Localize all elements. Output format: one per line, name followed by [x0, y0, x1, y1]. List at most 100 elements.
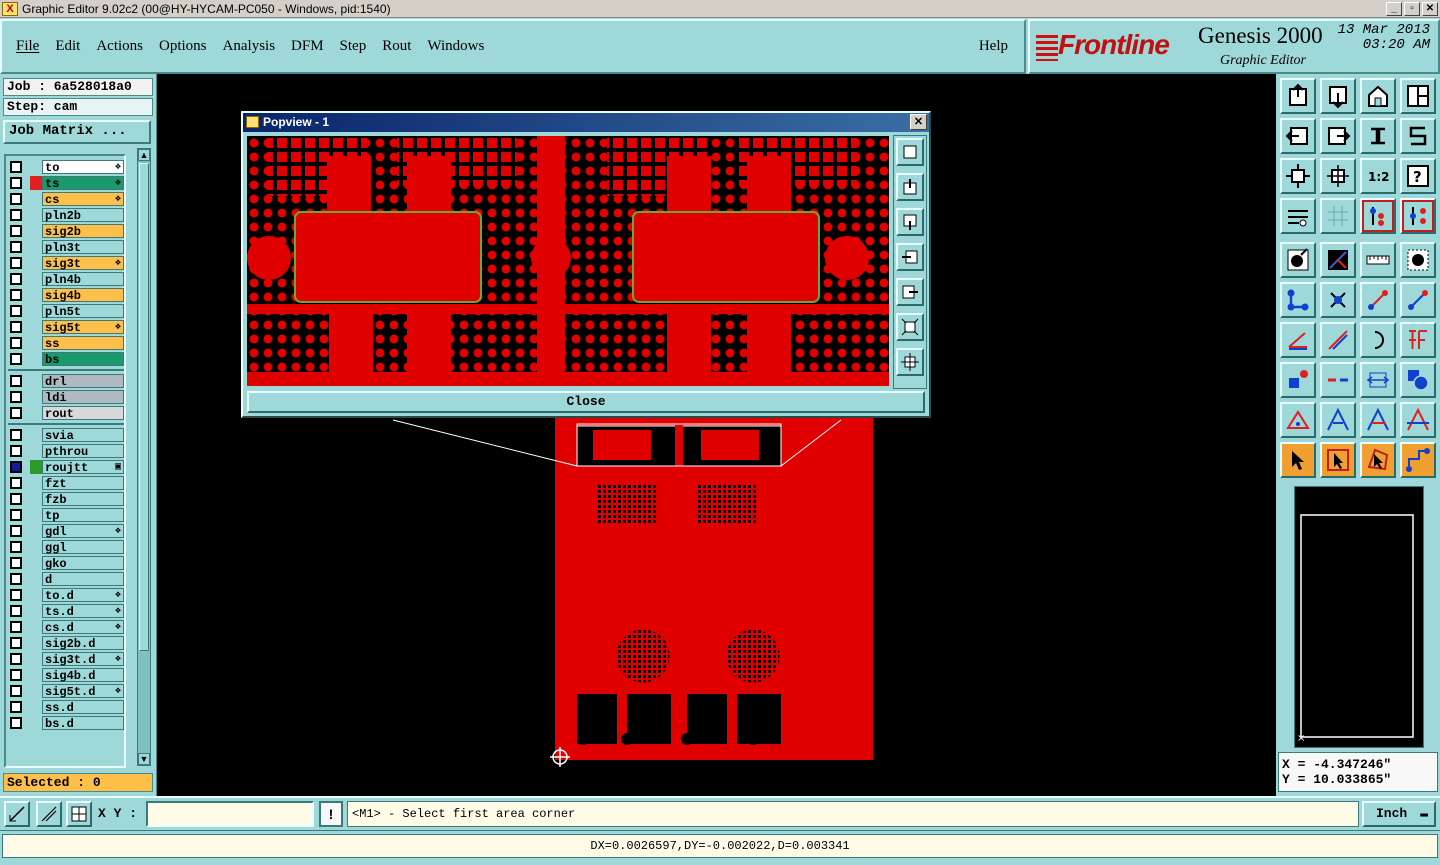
layer-color-swatch[interactable] [30, 668, 42, 682]
layer-name[interactable]: tp [42, 508, 124, 523]
layer-row[interactable]: tp [8, 508, 124, 523]
polygon-icon[interactable] [1280, 402, 1316, 438]
layer-name[interactable]: to ❖ [42, 160, 124, 175]
move-point-icon[interactable] [1360, 282, 1396, 318]
layer-color-swatch[interactable] [30, 492, 42, 506]
layer-row[interactable]: ss [8, 336, 124, 351]
layer-visibility-checkbox[interactable] [10, 557, 22, 569]
layer-row[interactable]: pln4b [8, 272, 124, 287]
layer-name[interactable]: ss.d [42, 700, 124, 715]
layer-visibility-checkbox[interactable] [10, 305, 22, 317]
menu-analysis[interactable]: Analysis [223, 38, 276, 55]
layer-row[interactable]: ts ❖ [8, 176, 124, 191]
layer-visibility-checkbox[interactable] [10, 193, 22, 205]
draw-arc-icon[interactable] [1360, 322, 1396, 358]
layer-row[interactable]: ss.d [8, 700, 124, 715]
layer-color-swatch[interactable] [30, 700, 42, 714]
layer-row[interactable]: fzb [8, 492, 124, 507]
layer-visibility-checkbox[interactable] [10, 177, 22, 189]
close-window-button[interactable]: ✕ [1422, 1, 1438, 16]
layer-visibility-checkbox[interactable] [10, 209, 22, 221]
layer-visibility-checkbox[interactable] [10, 225, 22, 237]
layer-color-swatch[interactable] [30, 572, 42, 586]
layer-visibility-checkbox[interactable] [10, 589, 22, 601]
layer-name[interactable]: ggl [42, 540, 124, 555]
layer-name[interactable]: ldi [42, 390, 124, 405]
menu-actions[interactable]: Actions [96, 38, 143, 55]
layer-color-swatch[interactable] [30, 428, 42, 442]
layer-row[interactable]: roujtt ▣ [8, 460, 124, 475]
layer-row[interactable]: gdl ❖ [8, 524, 124, 539]
popview-titlebar[interactable]: Popview - 1 ✕ [243, 113, 929, 132]
layer-row[interactable]: ggl [8, 540, 124, 555]
layer-name[interactable]: to.d ❖ [42, 588, 124, 603]
popview-pan-right-icon[interactable] [896, 278, 924, 306]
measure-distance-icon[interactable] [1360, 362, 1396, 398]
layer-name[interactable]: pln5t [42, 304, 124, 319]
layer-name[interactable]: sig2b [42, 224, 124, 239]
layer-row[interactable]: cs.d ❖ [8, 620, 124, 635]
layer-row[interactable]: drl [8, 374, 124, 389]
layer-visibility-checkbox[interactable] [10, 445, 22, 457]
layer-row[interactable]: svia [8, 428, 124, 443]
menu-step[interactable]: Step [340, 38, 367, 55]
layer-name[interactable]: sig3t.d ❖ [42, 652, 124, 667]
popview-pan-down-icon[interactable] [896, 208, 924, 236]
layer-visibility-checkbox[interactable] [10, 375, 22, 387]
layer-color-swatch[interactable] [30, 556, 42, 570]
menu-edit[interactable]: Edit [55, 38, 80, 55]
stretch-point-icon[interactable] [1400, 282, 1436, 318]
layer-row[interactable]: pthrou [8, 444, 124, 459]
layer-color-swatch[interactable] [30, 256, 42, 270]
layer-name[interactable]: ts.d ❖ [42, 604, 124, 619]
layer-row[interactable]: ldi [8, 390, 124, 405]
popview-zoom-icon[interactable] [896, 138, 924, 166]
layer-row[interactable]: sig2b [8, 224, 124, 239]
connect-points-icon[interactable] [1280, 282, 1316, 318]
layer-color-swatch[interactable] [30, 444, 42, 458]
layer-color-swatch[interactable] [30, 540, 42, 554]
layer-color-swatch[interactable] [30, 288, 42, 302]
layer-visibility-checkbox[interactable] [10, 391, 22, 403]
layer-row[interactable]: sig2b.d [8, 636, 124, 651]
select-polygon-icon[interactable] [1360, 442, 1396, 478]
layer-row[interactable]: pln3t [8, 240, 124, 255]
pan-down-icon[interactable] [1320, 78, 1356, 114]
layer-visibility-checkbox[interactable] [10, 621, 22, 633]
layer-visibility-checkbox[interactable] [10, 429, 22, 441]
layer-name[interactable]: sig4b [42, 288, 124, 303]
layer-row[interactable]: to.d ❖ [8, 588, 124, 603]
layer-name[interactable]: drl [42, 374, 124, 389]
layer-color-swatch[interactable] [30, 224, 42, 238]
layer-name[interactable]: rout [42, 406, 124, 421]
layer-row[interactable]: sig5t ❖ [8, 320, 124, 335]
menu-rout[interactable]: Rout [382, 38, 411, 55]
layer-visibility-checkbox[interactable] [10, 653, 22, 665]
mirror-view-icon[interactable] [1400, 118, 1436, 154]
layer-visibility-checkbox[interactable] [10, 337, 22, 349]
measure-ruler-icon[interactable] [1360, 242, 1396, 278]
angle-icon[interactable] [1280, 322, 1316, 358]
layer-row[interactable]: sig4b [8, 288, 124, 303]
menu-windows[interactable]: Windows [427, 38, 484, 55]
layer-color-swatch[interactable] [30, 374, 42, 388]
layer-name[interactable]: sig5t.d ❖ [42, 684, 124, 699]
layer-name[interactable]: pln4b [42, 272, 124, 287]
layer-color-swatch[interactable] [30, 352, 42, 366]
maximize-button[interactable]: ▫ [1404, 1, 1420, 16]
layer-row[interactable]: sig5t.d ❖ [8, 684, 124, 699]
layer-name[interactable]: sig3t ❖ [42, 256, 124, 271]
layer-color-swatch[interactable] [30, 304, 42, 318]
layer-visibility-checkbox[interactable] [10, 257, 22, 269]
layer-visibility-checkbox[interactable] [10, 525, 22, 537]
copy-feature-icon[interactable] [1280, 362, 1316, 398]
layer-visibility-checkbox[interactable] [10, 605, 22, 617]
layer-name[interactable]: d [42, 572, 124, 587]
shapes-icon[interactable] [1400, 362, 1436, 398]
layer-visibility-checkbox[interactable] [10, 461, 22, 473]
layer-visibility-checkbox[interactable] [10, 701, 22, 713]
layer-row[interactable]: fzt [8, 476, 124, 491]
layer-row[interactable]: ts.d ❖ [8, 604, 124, 619]
resize-line-icon[interactable] [1320, 362, 1356, 398]
layer-row[interactable]: sig4b.d [8, 668, 124, 683]
